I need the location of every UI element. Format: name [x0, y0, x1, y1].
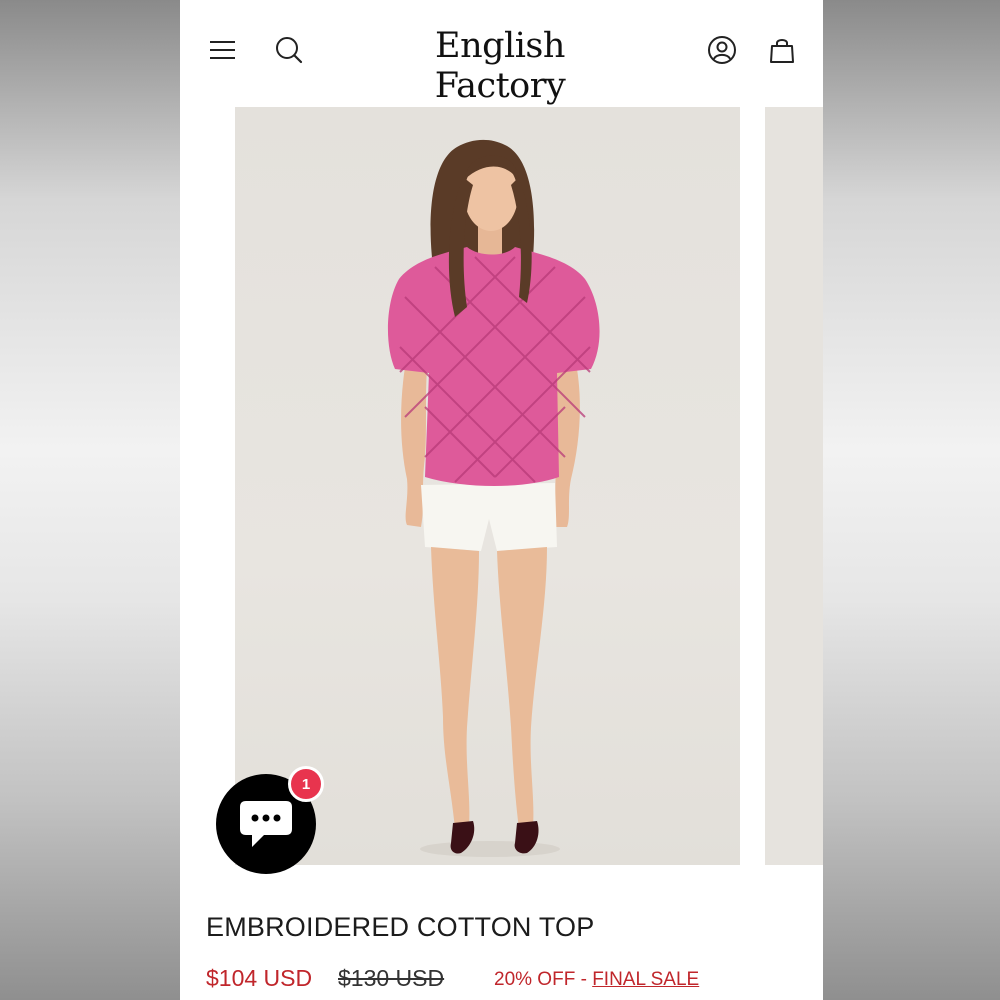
product-photo[interactable]: [235, 107, 740, 865]
chat-bubble-icon: [240, 801, 292, 847]
cart-button[interactable]: [764, 32, 800, 68]
shopping-bag-icon: [770, 39, 794, 63]
compare-at-price: $130 USD: [338, 965, 445, 991]
product-gallery[interactable]: [235, 107, 823, 865]
background-left: [0, 0, 180, 1000]
account-icon: [708, 36, 736, 64]
search-button[interactable]: [271, 32, 307, 68]
account-button[interactable]: [704, 32, 740, 68]
brand-logo[interactable]: English Factory: [370, 26, 630, 106]
model-illustration: [387, 139, 600, 857]
product-title: EMBROIDERED COTTON TOP: [206, 912, 595, 942]
menu-button[interactable]: [205, 32, 241, 68]
chat-notification-badge: 1: [288, 766, 324, 802]
price-row: $104 USD $130 USD 20% OFF - FINAL SALE: [206, 965, 806, 997]
final-sale-link[interactable]: FINAL SALE: [592, 969, 699, 990]
sale-price: $104 USD: [206, 965, 313, 991]
site-header: English Factory: [180, 0, 823, 106]
mobile-page: English Factory 1 EMBROIDERED COTTON TOP…: [180, 0, 823, 1000]
discount-text: 20% OFF -: [494, 969, 593, 990]
search-icon: [276, 37, 303, 64]
background-right: [823, 0, 1000, 1000]
product-photo-next[interactable]: [765, 107, 823, 865]
discount-label: 20% OFF - FINAL SALE: [494, 969, 699, 991]
hamburger-menu-icon: [210, 41, 235, 59]
